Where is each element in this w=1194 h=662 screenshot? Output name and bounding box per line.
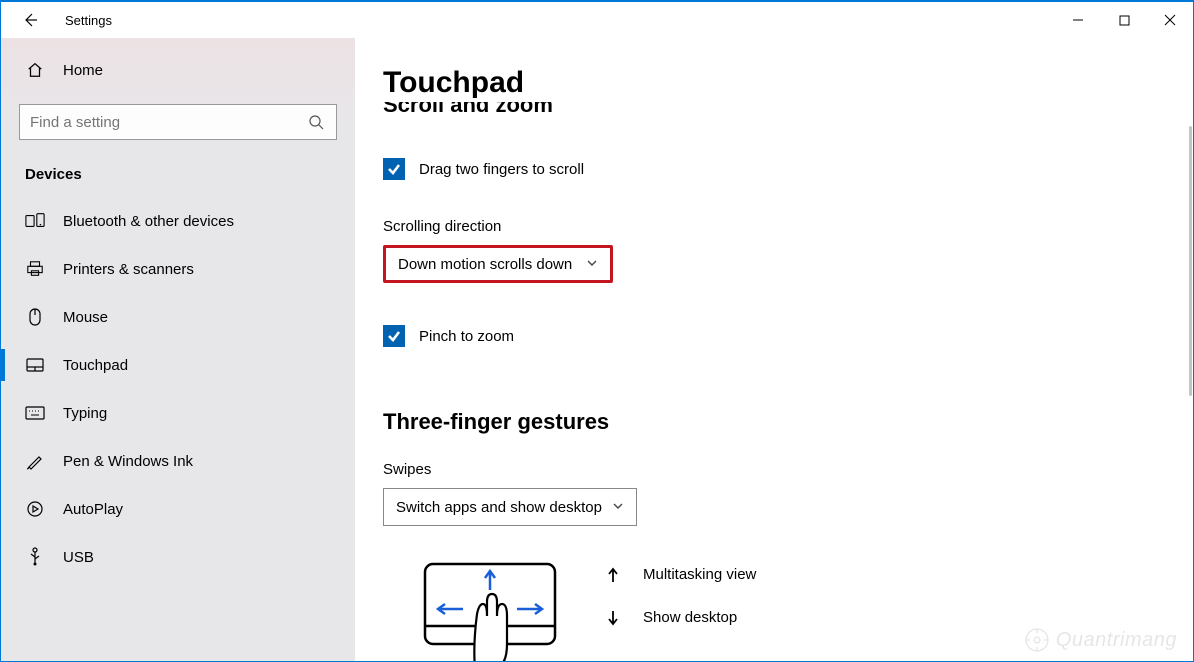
sidebar-item-label: Touchpad bbox=[63, 357, 128, 374]
window-controls bbox=[1055, 4, 1193, 36]
sidebar-item-touchpad[interactable]: Touchpad bbox=[1, 341, 355, 389]
gesture-illustration bbox=[415, 554, 565, 661]
minimize-button[interactable] bbox=[1055, 4, 1101, 36]
arrow-up-icon bbox=[605, 567, 621, 583]
close-button[interactable] bbox=[1147, 4, 1193, 36]
printer-icon bbox=[25, 259, 45, 279]
sidebar-item-label: Mouse bbox=[63, 309, 108, 326]
sidebar-item-label: Typing bbox=[63, 405, 107, 422]
pen-icon bbox=[25, 451, 45, 471]
sidebar-section-header: Devices bbox=[1, 158, 355, 197]
chevron-down-icon bbox=[586, 256, 598, 273]
home-icon bbox=[25, 60, 45, 80]
legend-down: Show desktop bbox=[605, 609, 756, 626]
sidebar-item-typing[interactable]: Typing bbox=[1, 389, 355, 437]
mouse-icon bbox=[25, 307, 45, 327]
dropdown-value: Switch apps and show desktop bbox=[396, 499, 602, 516]
legend-up: Multitasking view bbox=[605, 566, 756, 583]
checkbox-label: Pinch to zoom bbox=[419, 328, 514, 345]
usb-icon bbox=[25, 547, 45, 567]
back-button[interactable] bbox=[21, 11, 39, 29]
dropdown-value: Down motion scrolls down bbox=[398, 256, 572, 273]
checkbox-label: Drag two fingers to scroll bbox=[419, 161, 584, 178]
section-header-three-finger: Three-finger gestures bbox=[383, 409, 1193, 435]
scrolling-direction-dropdown[interactable]: Down motion scrolls down bbox=[383, 245, 613, 283]
search-input[interactable] bbox=[30, 114, 306, 131]
sidebar-nav: Bluetooth & other devices Printers & sca… bbox=[1, 197, 355, 581]
sidebar-item-label: Printers & scanners bbox=[63, 261, 194, 278]
legend-label: Show desktop bbox=[643, 609, 737, 626]
arrow-down-icon bbox=[605, 610, 621, 626]
search-icon bbox=[306, 112, 326, 132]
page-title: Touchpad bbox=[383, 66, 1193, 100]
bluetooth-devices-icon bbox=[25, 211, 45, 231]
sidebar-item-label: Bluetooth & other devices bbox=[63, 213, 234, 230]
sidebar-item-pen[interactable]: Pen & Windows Ink bbox=[1, 437, 355, 485]
watermark: Quantrimang bbox=[1024, 627, 1177, 653]
sidebar: Home Devices Bluetooth & other devices bbox=[1, 38, 355, 661]
checkbox-drag-two-fingers[interactable]: Drag two fingers to scroll bbox=[383, 158, 1193, 180]
search-box[interactable] bbox=[19, 104, 337, 140]
legend-label: Multitasking view bbox=[643, 566, 756, 583]
window-title: Settings bbox=[65, 13, 112, 28]
sidebar-item-label: AutoPlay bbox=[63, 501, 123, 518]
sidebar-item-label: Pen & Windows Ink bbox=[63, 453, 193, 470]
swipes-label: Swipes bbox=[383, 461, 1193, 478]
sidebar-home-label: Home bbox=[63, 62, 103, 79]
checkbox-icon bbox=[383, 158, 405, 180]
chevron-down-icon bbox=[612, 499, 624, 516]
scrolling-direction-label: Scrolling direction bbox=[383, 218, 1193, 235]
gesture-legend: Multitasking view Show desktop bbox=[605, 554, 756, 626]
autoplay-icon bbox=[25, 499, 45, 519]
sidebar-item-printers[interactable]: Printers & scanners bbox=[1, 245, 355, 293]
swipes-dropdown[interactable]: Switch apps and show desktop bbox=[383, 488, 637, 526]
sidebar-item-mouse[interactable]: Mouse bbox=[1, 293, 355, 341]
settings-window: Settings Home bbox=[0, 0, 1194, 662]
sidebar-item-usb[interactable]: USB bbox=[1, 533, 355, 581]
checkbox-pinch-zoom[interactable]: Pinch to zoom bbox=[383, 325, 1193, 347]
content-area: Touchpad Scroll and zoom Drag two finger… bbox=[355, 38, 1193, 661]
sidebar-item-autoplay[interactable]: AutoPlay bbox=[1, 485, 355, 533]
maximize-button[interactable] bbox=[1101, 4, 1147, 36]
section-header-scroll-zoom: Scroll and zoom bbox=[383, 102, 1193, 120]
checkbox-icon bbox=[383, 325, 405, 347]
sidebar-item-label: USB bbox=[63, 549, 94, 566]
sidebar-home[interactable]: Home bbox=[1, 46, 355, 94]
titlebar: Settings bbox=[1, 2, 1193, 38]
keyboard-icon bbox=[25, 403, 45, 423]
sidebar-item-bluetooth[interactable]: Bluetooth & other devices bbox=[1, 197, 355, 245]
touchpad-icon bbox=[25, 355, 45, 375]
